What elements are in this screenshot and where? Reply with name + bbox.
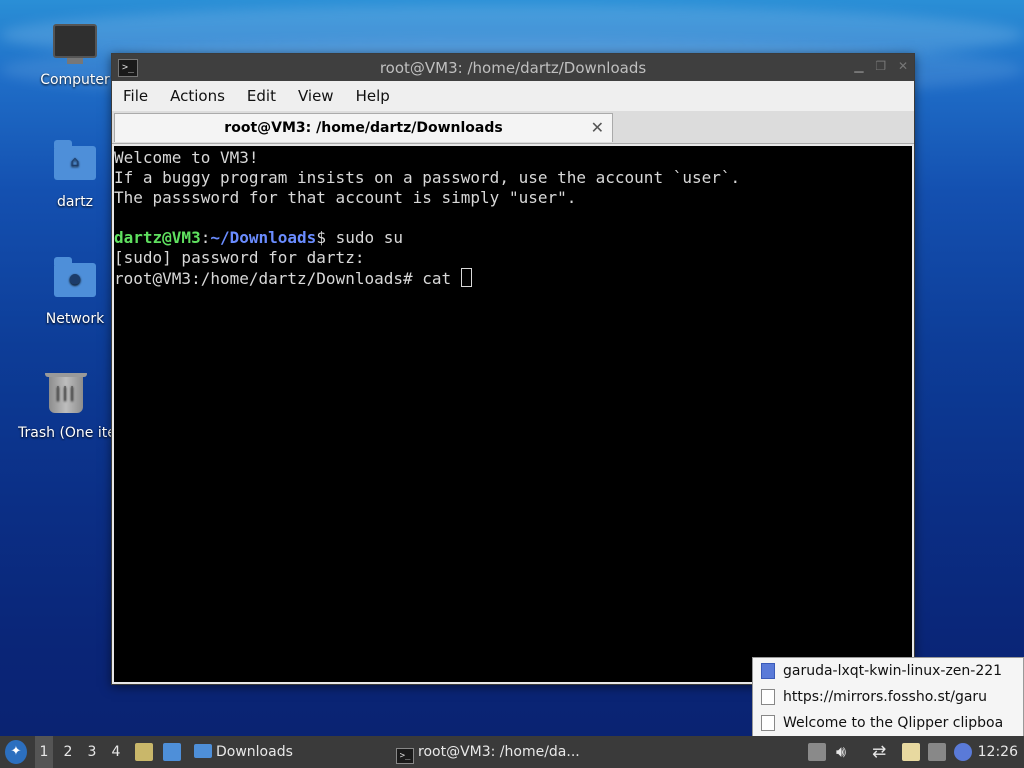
document-icon bbox=[761, 663, 775, 679]
desktop-icon-label: dartz bbox=[56, 194, 94, 210]
desktop-icon-network[interactable]: ● Network bbox=[25, 257, 125, 327]
tab-bar: root@VM3: /home/dartz/Downloads ✕ bbox=[112, 111, 914, 144]
text-file-icon bbox=[761, 689, 775, 705]
desktop-switch-2[interactable]: 2 bbox=[59, 736, 77, 768]
terminal-input-line[interactable]: root@VM3:/home/dartz/Downloads# cat bbox=[114, 268, 912, 289]
clipboard-item[interactable]: Welcome to the Qlipper clipboa bbox=[753, 710, 1023, 736]
desktop-icon-home[interactable]: ⌂ dartz bbox=[25, 140, 125, 210]
clock[interactable]: 12:26 bbox=[978, 736, 1018, 768]
desktop-icon-label: Network bbox=[45, 311, 105, 327]
text-file-icon bbox=[761, 715, 775, 731]
prompt-colon: : bbox=[200, 228, 211, 247]
trash-icon bbox=[44, 373, 88, 421]
terminal-line: [sudo] password for dartz: bbox=[114, 248, 365, 267]
desktop-switch-3[interactable]: 3 bbox=[83, 736, 101, 768]
show-desktop-icon[interactable] bbox=[163, 743, 181, 761]
clipboard-item-label: garuda-lxqt-kwin-linux-zen-221 bbox=[783, 663, 1003, 679]
desktop-icon-trash[interactable]: Trash (One ite bbox=[18, 373, 114, 441]
window-title: root@VM3: /home/dartz/Downloads bbox=[379, 59, 647, 77]
desktop-icon-label: Trash (One ite bbox=[18, 425, 114, 441]
tab-close-icon[interactable]: ✕ bbox=[591, 114, 604, 142]
desktop-icon-label: Computer bbox=[40, 72, 110, 88]
maximize-icon[interactable]: ❐ bbox=[875, 59, 886, 73]
menu-view[interactable]: View bbox=[287, 87, 345, 105]
sync-icon[interactable]: ⇄ bbox=[872, 736, 886, 768]
task-terminal[interactable]: >_ root@VM3: /home/da... bbox=[396, 736, 580, 768]
prompt-path: ~/Downloads bbox=[210, 228, 317, 247]
network-folder-icon: ● bbox=[53, 257, 97, 307]
close-icon[interactable]: ✕ bbox=[898, 59, 908, 73]
task-label: Downloads bbox=[216, 744, 293, 760]
folder-icon bbox=[194, 744, 212, 758]
clipboard-item-label: Welcome to the Qlipper clipboa bbox=[783, 715, 1004, 731]
tray-updates-icon[interactable] bbox=[808, 743, 826, 761]
desktop-icon-computer[interactable]: Computer bbox=[25, 24, 125, 88]
desktop-switch-1[interactable]: 1 bbox=[35, 736, 53, 768]
terminal-window[interactable]: >_ root@VM3: /home/dartz/Downloads ▁ ❐ ✕… bbox=[111, 53, 915, 685]
notification-icon[interactable] bbox=[954, 743, 972, 761]
clipboard-item-label: https://mirrors.fossho.st/garu bbox=[783, 689, 988, 705]
file-manager-launcher-icon[interactable] bbox=[135, 743, 153, 761]
terminal-line: If a buggy program insists on a password… bbox=[114, 168, 741, 187]
terminal-icon: >_ bbox=[396, 748, 414, 764]
menu-file[interactable]: File bbox=[112, 87, 159, 105]
task-label: root@VM3: /home/da... bbox=[418, 744, 580, 760]
terminal-line: The passsword for that account is simply… bbox=[114, 188, 577, 207]
prompt-user: dartz@VM3 bbox=[114, 228, 201, 247]
desktop-switch-4[interactable]: 4 bbox=[107, 736, 125, 768]
clipboard-menu: garuda-lxqt-kwin-linux-zen-221 https://m… bbox=[752, 657, 1024, 737]
root-prompt: root@VM3:/home/dartz/Downloads# cat bbox=[114, 269, 461, 288]
home-folder-icon: ⌂ bbox=[53, 140, 97, 190]
network-icon[interactable] bbox=[928, 743, 946, 761]
terminal-prompt-line: dartz@VM3:~/Downloads$ sudo su bbox=[114, 228, 912, 248]
menu-actions[interactable]: Actions bbox=[159, 87, 236, 105]
clipboard-item[interactable]: garuda-lxqt-kwin-linux-zen-221 bbox=[753, 658, 1023, 684]
text-cursor bbox=[460, 268, 472, 287]
task-downloads[interactable]: Downloads bbox=[194, 736, 293, 768]
computer-icon bbox=[53, 24, 97, 68]
menu-edit[interactable]: Edit bbox=[236, 87, 287, 105]
menu-bar: File Actions Edit View Help bbox=[112, 81, 914, 111]
taskbar: ✦ 1 2 3 4 Downloads >_ root@VM3: /home/da… bbox=[0, 736, 1024, 768]
app-menu-icon[interactable]: ✦ bbox=[5, 740, 27, 764]
terminal-line: Welcome to VM3! bbox=[114, 148, 259, 167]
clipboard-icon[interactable] bbox=[902, 743, 920, 761]
window-titlebar[interactable]: >_ root@VM3: /home/dartz/Downloads ▁ ❐ ✕ bbox=[112, 54, 914, 81]
menu-help[interactable]: Help bbox=[345, 87, 401, 105]
terminal-output[interactable]: Welcome to VM3! If a buggy program insist… bbox=[114, 146, 912, 682]
tab-terminal[interactable]: root@VM3: /home/dartz/Downloads ✕ bbox=[114, 113, 613, 142]
clipboard-item[interactable]: https://mirrors.fossho.st/garu bbox=[753, 684, 1023, 710]
prompt-command: $ sudo su bbox=[316, 228, 404, 247]
minimize-icon[interactable]: ▁ bbox=[854, 59, 863, 73]
volume-icon[interactable]: 🔊︎ bbox=[836, 736, 846, 768]
tab-title: root@VM3: /home/dartz/Downloads bbox=[224, 120, 503, 136]
